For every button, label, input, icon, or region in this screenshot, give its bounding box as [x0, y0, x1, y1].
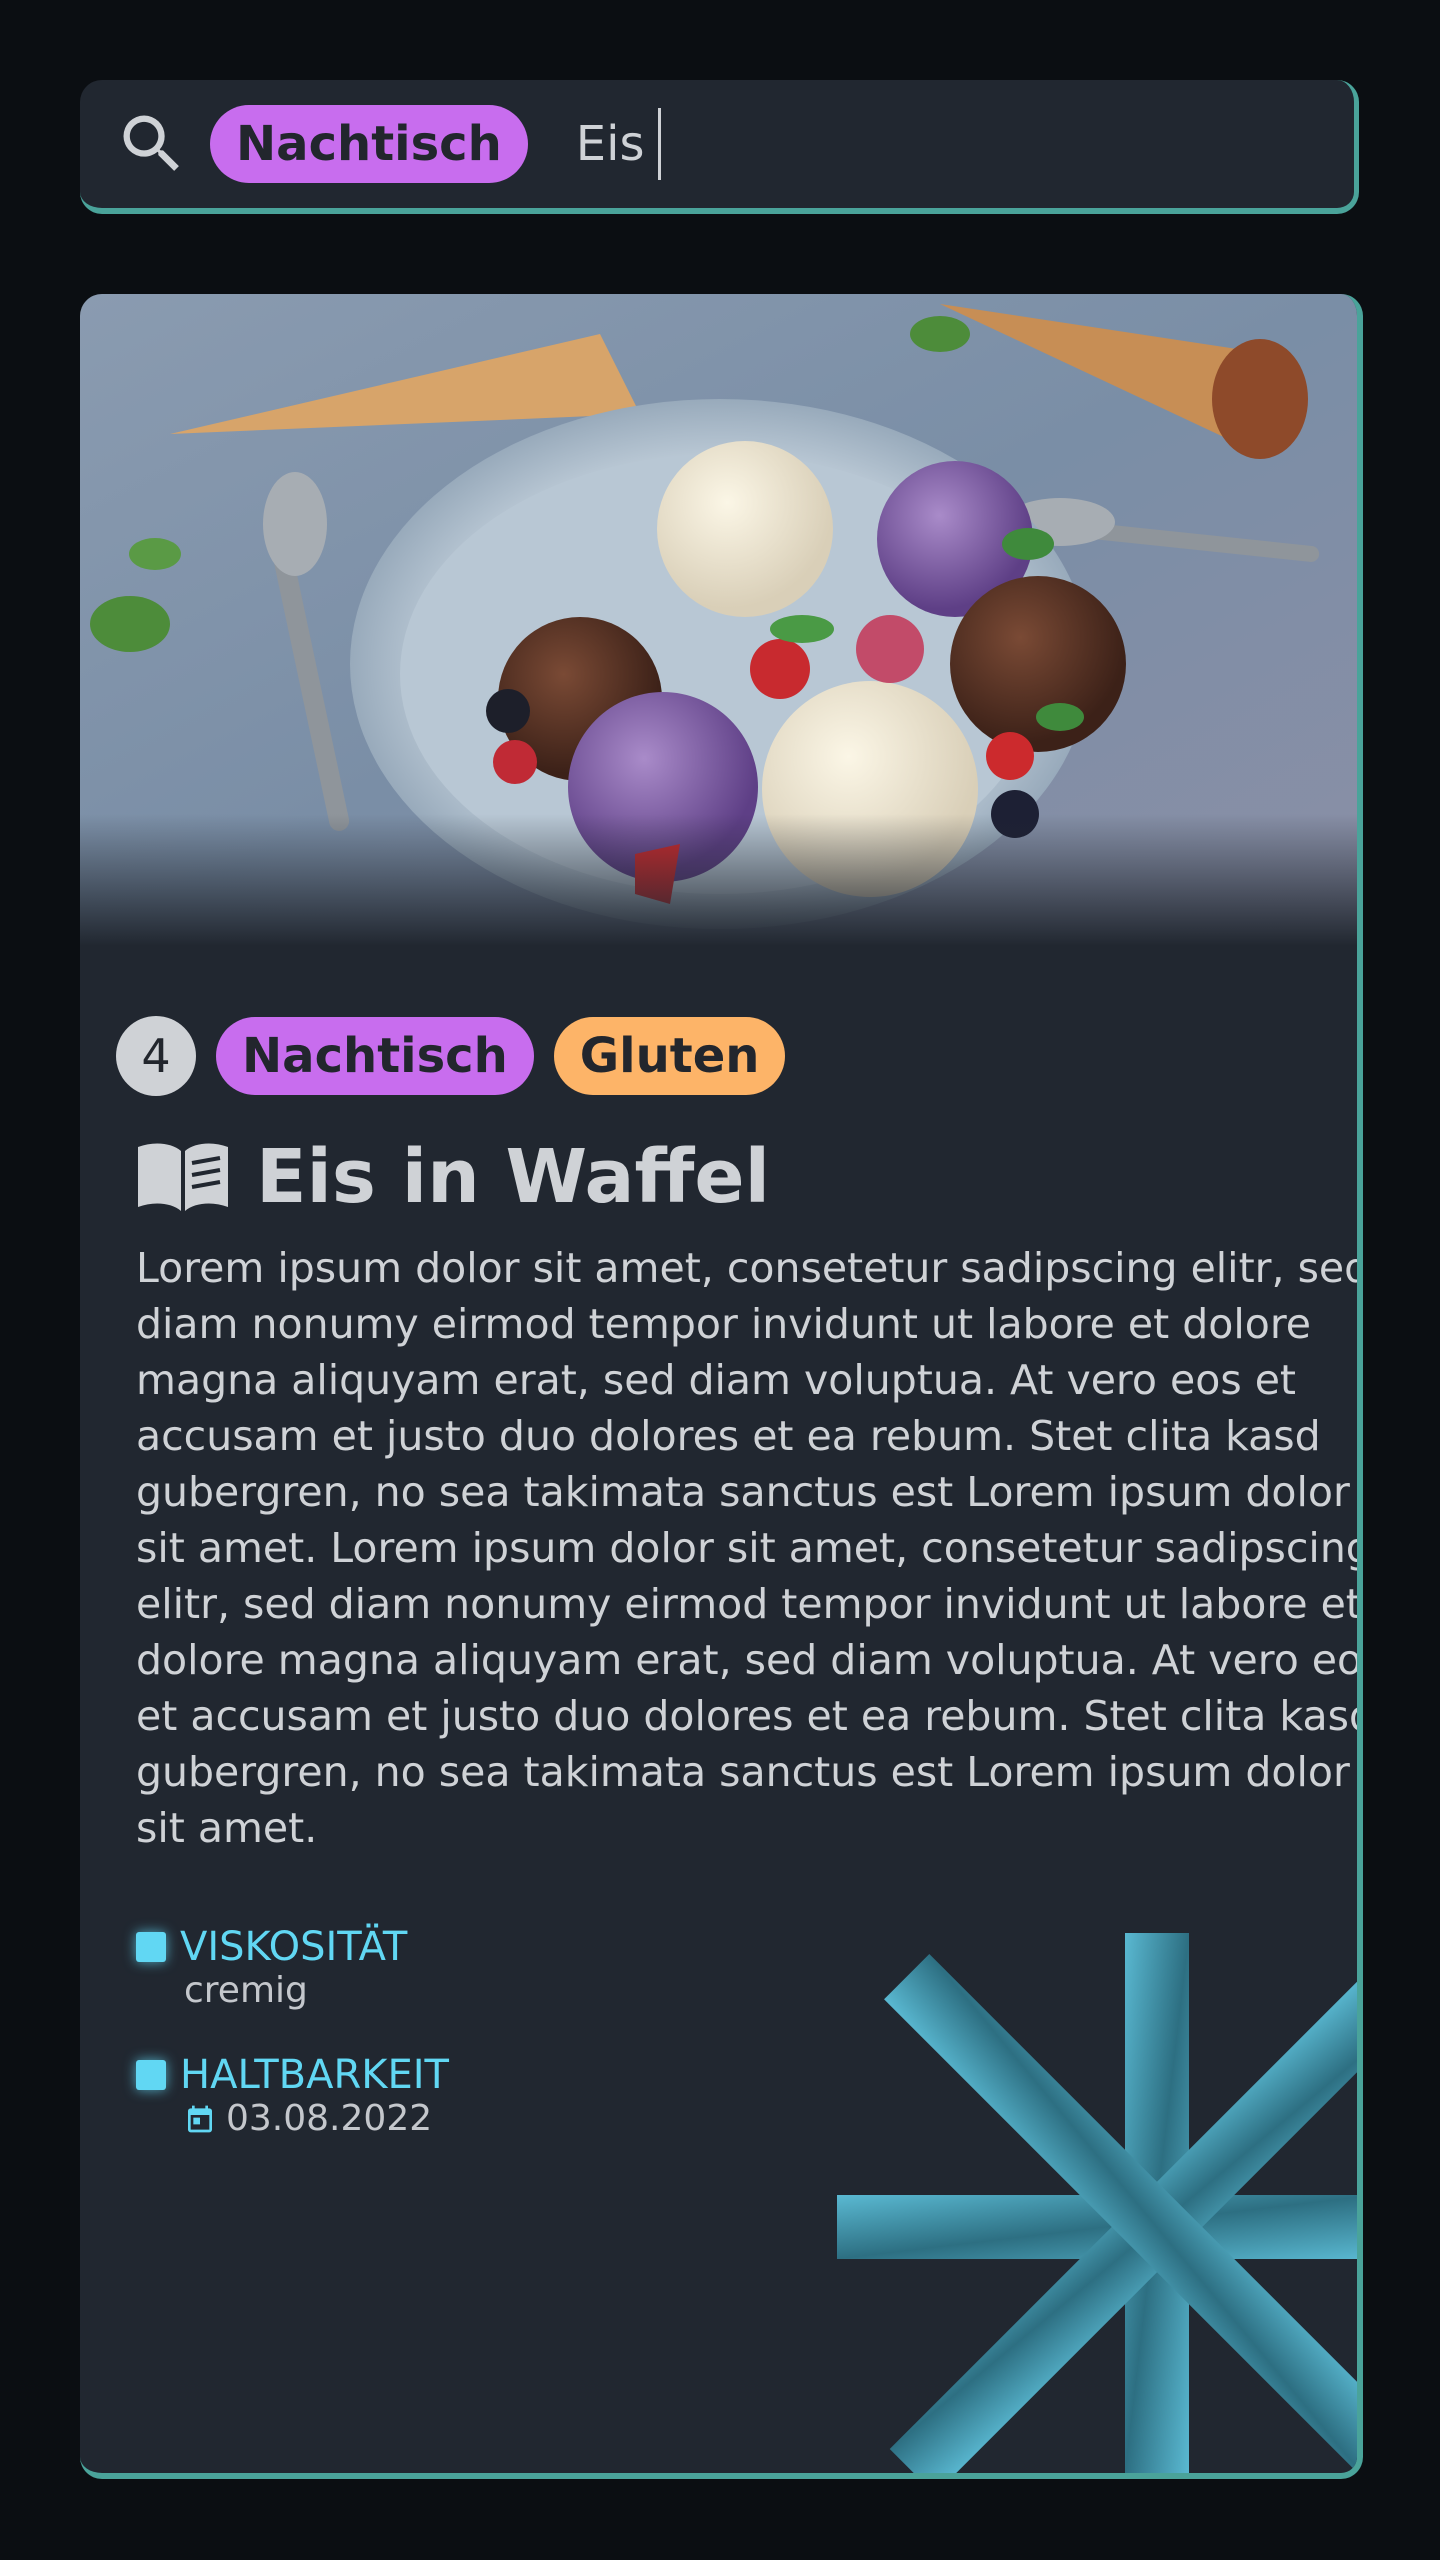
recipe-title-row: Eis in Waffel [136, 1134, 770, 1220]
text-caret [658, 108, 662, 180]
property-value-text: cremig [184, 1970, 308, 2011]
property-value: cremig [184, 1970, 407, 2011]
recipe-card[interactable]: 4 Nachtisch Gluten Eis in Waffel Lorem i… [80, 294, 1363, 2479]
property-value-text: 03.08.2022 [226, 2098, 433, 2139]
recipe-description: Lorem ipsum dolor sit amet, consetetur s… [136, 1244, 1363, 1852]
search-icon[interactable] [112, 104, 192, 184]
tag-gluten[interactable]: Gluten [553, 1017, 786, 1095]
property-viscosity: VISKOSITÄT cremig [136, 1924, 407, 2011]
count-badge: 4 [116, 1016, 196, 1096]
property-value: 03.08.2022 [184, 2098, 449, 2139]
search-bar[interactable]: Nachtisch Eis [80, 80, 1359, 214]
property-label: VISKOSITÄT [180, 1924, 408, 1970]
book-icon [138, 1143, 228, 1211]
property-label: HALTBARKEIT [180, 2052, 449, 2098]
property-marker [136, 2060, 166, 2090]
recipe-title: Eis in Waffel [256, 1134, 770, 1220]
calendar-icon [188, 2105, 212, 2132]
property-shelf-life: HALTBARKEIT 03.08.2022 [136, 2052, 449, 2139]
tag-dessert[interactable]: Nachtisch [216, 1017, 534, 1095]
search-filter-chip[interactable]: Nachtisch [210, 105, 528, 183]
search-query-text: Eis [575, 116, 645, 172]
tag-row: 4 Nachtisch Gluten [116, 1016, 786, 1096]
snowflake-icon [837, 1933, 1357, 2473]
recipe-image [80, 294, 1357, 946]
property-marker [136, 1932, 166, 1962]
search-input[interactable]: Eis [576, 108, 662, 180]
